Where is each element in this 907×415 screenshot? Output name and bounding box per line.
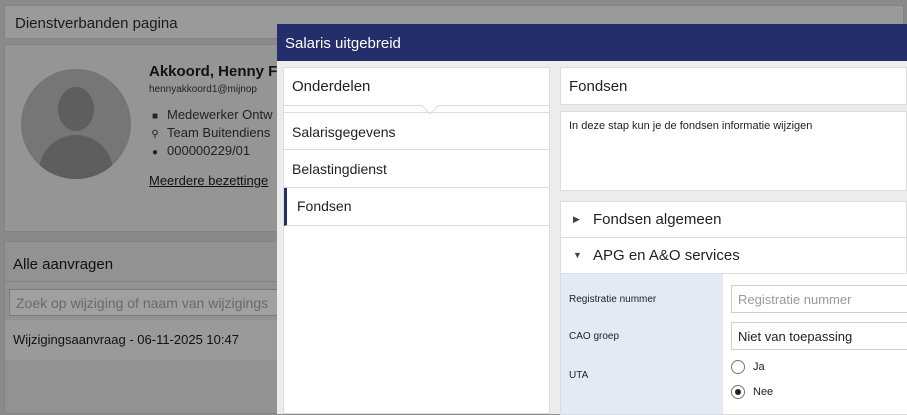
briefcase-icon: ■ (151, 111, 159, 122)
accordion: ▶ Fondsen algemeen ▼ APG en A&O services R… (560, 201, 907, 415)
profile-name: Akkoord, Henny F (149, 63, 278, 80)
profile-team: ⚲ Team Buitendiens (149, 125, 270, 140)
panel-title: Fondsen (560, 67, 907, 105)
fondsen-panel: Fondsen In deze stap kun je de fondsen i… (560, 67, 907, 415)
location-pin-icon: ⚲ (151, 129, 159, 140)
caret-down-icon: ▼ (573, 250, 582, 260)
profile-card: Akkoord, Henny F hennyakkoord1@mijnop ■ M… (4, 44, 304, 232)
radio-checked-icon (731, 385, 745, 399)
avatar (21, 69, 131, 179)
profile-email: hennyakkoord1@mijnop (149, 84, 257, 95)
person-icon: ● (151, 147, 159, 158)
registratie-input[interactable]: Registratie nummer (731, 285, 907, 313)
requests-panel: Alle aanvragen Zoek op wijziging of naam… (4, 241, 304, 414)
uta-label: UTA (569, 370, 589, 381)
radio-unchecked-icon (731, 360, 745, 374)
accordion-apg-ao-services[interactable]: ▼ APG en A&O services (561, 238, 906, 274)
dialog-title: Salaris uitgebreid (277, 24, 907, 61)
request-list-item[interactable]: Wijzigingsaanvraag - 06-11-2025 10:47 (5, 320, 303, 360)
profile-employee-number: ● 000000229/01 (149, 143, 250, 158)
more-assignments-link[interactable]: Meerdere bezettinge (149, 173, 268, 188)
requests-search-input[interactable]: Zoek op wijziging of naam van wijzigings (9, 289, 299, 316)
nav-item-fondsen[interactable]: Fondsen (284, 188, 549, 226)
salary-extended-dialog: Salaris uitgebreid Onderdelen Salarisgeg… (277, 24, 907, 415)
cao-select[interactable]: Niet van toepassing (731, 322, 907, 350)
panel-description: In deze stap kun je de fondsen informati… (560, 111, 907, 191)
cao-label: CAO groep (569, 331, 620, 342)
sections-nav-header: Onderdelen (284, 68, 549, 115)
apg-form: Registratie nummer Registratie nummer CA… (561, 274, 907, 414)
registratie-label: Registratie nummer (569, 294, 657, 305)
caret-right-icon: ▶ (573, 214, 580, 224)
accordion-fondsen-algemeen[interactable]: ▶ Fondsen algemeen (561, 202, 906, 238)
nav-item-salarisgegevens[interactable]: Salarisgegevens (284, 112, 549, 150)
requests-title: Alle aanvragen (5, 242, 303, 282)
uta-radio-nee[interactable]: Nee (731, 385, 773, 399)
nav-item-belastingdienst[interactable]: Belastingdienst (284, 150, 549, 188)
sections-nav: Onderdelen Salarisgegevens Belastingdien… (283, 67, 550, 414)
uta-radio-ja[interactable]: Ja (731, 360, 765, 374)
profile-role: ■ Medewerker Ontw (149, 107, 273, 122)
